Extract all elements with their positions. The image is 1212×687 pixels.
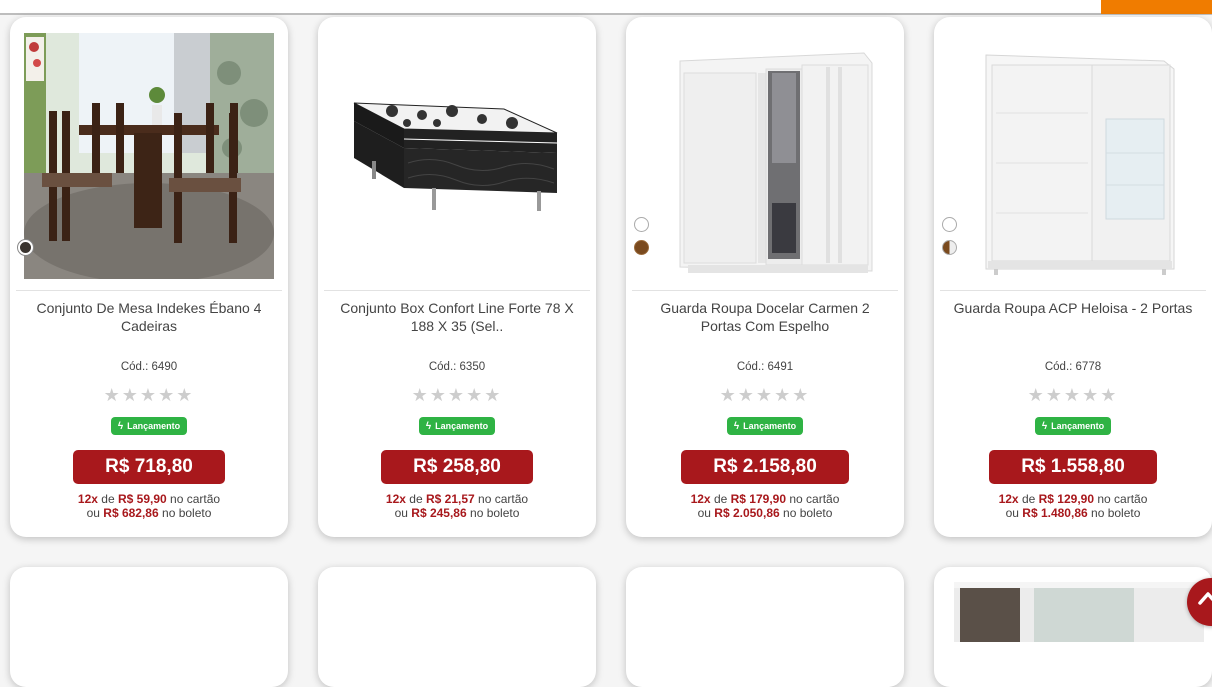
color-swatch[interactable] — [942, 240, 957, 255]
card-divider — [324, 290, 590, 291]
boleto-suffix: no boleto — [783, 506, 833, 520]
boleto-suffix: no boleto — [162, 506, 212, 520]
price: R$ 258,80 — [381, 450, 533, 484]
price: R$ 2.158,80 — [681, 450, 849, 484]
bolt-icon: ϟ — [1041, 420, 1048, 432]
bolt-icon: ϟ — [733, 420, 740, 432]
launch-badge: ϟ Lançamento — [111, 417, 187, 435]
badge-label: Lançamento — [127, 421, 181, 431]
boleto-prefix: ou — [697, 506, 711, 520]
product-title[interactable]: Guarda Roupa Docelar Carmen 2 Portas Com… — [640, 299, 890, 335]
product-title[interactable]: Guarda Roupa ACP Heloisa - 2 Portas — [948, 299, 1198, 317]
product-card[interactable] — [934, 567, 1212, 687]
card-suffix: no cartão — [170, 492, 221, 506]
card-suffix: no cartão — [1097, 492, 1148, 506]
price: R$ 718,80 — [73, 450, 225, 484]
color-swatch[interactable] — [634, 240, 649, 255]
boleto-suffix: no boleto — [1091, 506, 1141, 520]
product-code: Cód.: 6491 — [736, 361, 794, 373]
rating-stars: ★★★★★ — [411, 385, 503, 405]
product-image[interactable] — [954, 582, 1204, 642]
bolt-icon: ϟ — [425, 420, 432, 432]
product-image[interactable] — [24, 33, 274, 283]
product-image[interactable] — [332, 33, 582, 279]
installment-count: 12x — [385, 492, 406, 506]
launch-badge: ϟ Lançamento — [419, 417, 495, 435]
card-suffix: no cartão — [478, 492, 529, 506]
color-swatch[interactable] — [942, 217, 957, 232]
badge-label: Lançamento — [435, 421, 489, 431]
product-card[interactable]: Conjunto De Mesa Indekes Ébano 4 Cadeira… — [10, 17, 288, 537]
card-suffix: no cartão — [789, 492, 840, 506]
installment-value: R$ 59,90 — [117, 492, 167, 506]
boleto-prefix: ou — [394, 506, 408, 520]
color-swatch[interactable] — [18, 240, 33, 255]
installment-info: 12x de R$ 21,57 no cartão ou R$ 245,86 n… — [385, 492, 529, 520]
card-divider — [16, 290, 282, 291]
launch-badge: ϟ Lançamento — [1035, 417, 1111, 435]
boleto-prefix: ou — [86, 506, 100, 520]
product-code: Cód.: 6778 — [1044, 361, 1102, 373]
product-code: Cód.: 6350 — [428, 361, 486, 373]
product-card[interactable]: Guarda Roupa Docelar Carmen 2 Portas Com… — [626, 17, 904, 537]
installment-value: R$ 179,90 — [730, 492, 787, 506]
boleto-value: R$ 245,86 — [411, 506, 467, 520]
card-divider — [940, 290, 1206, 291]
top-bar-accent[interactable] — [1101, 0, 1212, 14]
installment-info: 12x de R$ 59,90 no cartão ou R$ 682,86 n… — [77, 492, 221, 520]
launch-badge: ϟ Lançamento — [727, 417, 803, 435]
installment-value: R$ 21,57 — [425, 492, 475, 506]
product-title[interactable]: Conjunto De Mesa Indekes Ébano 4 Cadeira… — [24, 299, 274, 335]
installment-value: R$ 129,90 — [1038, 492, 1095, 506]
boleto-value: R$ 1.480,86 — [1022, 506, 1088, 520]
installment-count: 12x — [690, 492, 711, 506]
product-image[interactable] — [640, 33, 890, 279]
product-card[interactable] — [626, 567, 904, 687]
product-card[interactable]: Guarda Roupa ACP Heloisa - 2 Portas Cód.… — [934, 17, 1212, 537]
product-code: Cód.: 6490 — [120, 361, 178, 373]
product-title[interactable]: Conjunto Box Confort Line Forte 78 X 188… — [332, 299, 582, 335]
boleto-suffix: no boleto — [470, 506, 520, 520]
product-image[interactable] — [948, 33, 1198, 279]
badge-label: Lançamento — [743, 421, 797, 431]
chevron-up-icon — [1198, 592, 1212, 605]
color-swatch[interactable] — [634, 217, 649, 232]
boleto-value: R$ 2.050,86 — [714, 506, 780, 520]
boleto-prefix: ou — [1005, 506, 1019, 520]
installment-count: 12x — [998, 492, 1019, 506]
product-card[interactable] — [318, 567, 596, 687]
rating-stars: ★★★★★ — [103, 385, 195, 405]
bolt-icon: ϟ — [117, 420, 124, 432]
product-card[interactable] — [10, 567, 288, 687]
installment-info: 12x de R$ 179,90 no cartão ou R$ 2.050,8… — [690, 492, 840, 520]
rating-stars: ★★★★★ — [719, 385, 811, 405]
installment-info: 12x de R$ 129,90 no cartão ou R$ 1.480,8… — [998, 492, 1148, 520]
card-divider — [632, 290, 898, 291]
rating-stars: ★★★★★ — [1027, 385, 1119, 405]
badge-label: Lançamento — [1051, 421, 1105, 431]
boleto-value: R$ 682,86 — [103, 506, 159, 520]
installment-count: 12x — [77, 492, 98, 506]
product-card[interactable]: Conjunto Box Confort Line Forte 78 X 188… — [318, 17, 596, 537]
top-bar — [0, 0, 1212, 15]
price: R$ 1.558,80 — [989, 450, 1157, 484]
